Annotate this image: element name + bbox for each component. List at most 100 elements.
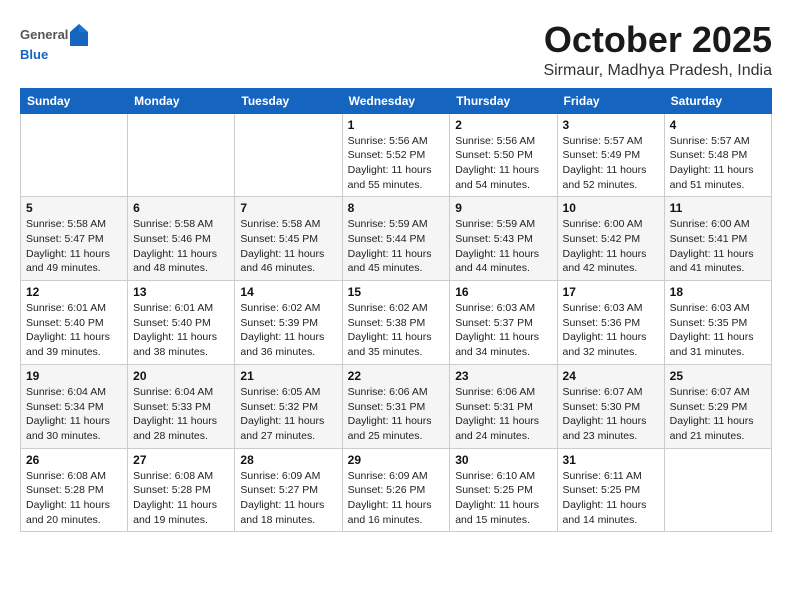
header-sunday: Sunday — [21, 88, 128, 113]
day-number: 3 — [563, 118, 659, 132]
day-number: 9 — [455, 201, 551, 215]
day-info: Sunrise: 6:06 AMSunset: 5:31 PMDaylight:… — [348, 385, 445, 444]
day-number: 28 — [240, 453, 336, 467]
day-info: Sunrise: 6:11 AMSunset: 5:25 PMDaylight:… — [563, 469, 659, 528]
month-title: October 2025 — [543, 20, 772, 60]
day-number: 21 — [240, 369, 336, 383]
day-number: 17 — [563, 285, 659, 299]
cell-4-1: 19 Sunrise: 6:04 AMSunset: 5:34 PMDayligh… — [21, 364, 128, 448]
day-number: 18 — [670, 285, 766, 299]
day-info: Sunrise: 6:09 AMSunset: 5:26 PMDaylight:… — [348, 469, 445, 528]
week-row-5: 26 Sunrise: 6:08 AMSunset: 5:28 PMDayligh… — [21, 448, 772, 532]
cell-4-2: 20 Sunrise: 6:04 AMSunset: 5:33 PMDayligh… — [128, 364, 235, 448]
cell-5-5: 30 Sunrise: 6:10 AMSunset: 5:25 PMDayligh… — [450, 448, 557, 532]
calendar-table: Sunday Monday Tuesday Wednesday Thursday… — [20, 88, 772, 533]
cell-1-2 — [128, 113, 235, 197]
day-info: Sunrise: 6:07 AMSunset: 5:30 PMDaylight:… — [563, 385, 659, 444]
day-number: 4 — [670, 118, 766, 132]
day-info: Sunrise: 5:59 AMSunset: 5:44 PMDaylight:… — [348, 217, 445, 276]
day-info: Sunrise: 5:59 AMSunset: 5:43 PMDaylight:… — [455, 217, 551, 276]
day-info: Sunrise: 6:04 AMSunset: 5:34 PMDaylight:… — [26, 385, 122, 444]
day-number: 2 — [455, 118, 551, 132]
cell-4-4: 22 Sunrise: 6:06 AMSunset: 5:31 PMDayligh… — [342, 364, 450, 448]
cell-2-7: 11 Sunrise: 6:00 AMSunset: 5:41 PMDayligh… — [664, 197, 771, 281]
cell-4-6: 24 Sunrise: 6:07 AMSunset: 5:30 PMDayligh… — [557, 364, 664, 448]
day-info: Sunrise: 6:01 AMSunset: 5:40 PMDaylight:… — [26, 301, 122, 360]
day-info: Sunrise: 6:06 AMSunset: 5:31 PMDaylight:… — [455, 385, 551, 444]
cell-5-6: 31 Sunrise: 6:11 AMSunset: 5:25 PMDayligh… — [557, 448, 664, 532]
cell-5-2: 27Sunrise: 6:08 AMSunset: 5:28 PMDayligh… — [128, 448, 235, 532]
day-number: 20 — [133, 369, 229, 383]
day-number: 31 — [563, 453, 659, 467]
day-number: 15 — [348, 285, 445, 299]
location-title: Sirmaur, Madhya Pradesh, India — [543, 62, 772, 80]
day-number: 10 — [563, 201, 659, 215]
day-info: Sunrise: 6:08 AMSunset: 5:28 PMDaylight:… — [26, 469, 122, 528]
day-info: Sunrise: 6:03 AMSunset: 5:36 PMDaylight:… — [563, 301, 659, 360]
day-info: Sunrise: 6:02 AMSunset: 5:38 PMDaylight:… — [348, 301, 445, 360]
logo-general: General — [20, 27, 68, 43]
cell-3-1: 12 Sunrise: 6:01 AMSunset: 5:40 PMDayligh… — [21, 281, 128, 365]
day-info: Sunrise: 6:05 AMSunset: 5:32 PMDaylight:… — [240, 385, 336, 444]
cell-5-4: 29 Sunrise: 6:09 AMSunset: 5:26 PMDayligh… — [342, 448, 450, 532]
cell-3-3: 14Sunrise: 6:02 AMSunset: 5:39 PMDayligh… — [235, 281, 342, 365]
day-info: Sunrise: 6:10 AMSunset: 5:25 PMDaylight:… — [455, 469, 551, 528]
day-number: 25 — [670, 369, 766, 383]
day-number: 6 — [133, 201, 229, 215]
day-info: Sunrise: 5:56 AMSunset: 5:50 PMDaylight:… — [455, 134, 551, 193]
day-number: 11 — [670, 201, 766, 215]
day-info: Sunrise: 5:57 AMSunset: 5:48 PMDaylight:… — [670, 134, 766, 193]
week-row-1: 1 Sunrise: 5:56 AMSunset: 5:52 PMDaylight… — [21, 113, 772, 197]
weekday-header-row: Sunday Monday Tuesday Wednesday Thursday… — [21, 88, 772, 113]
day-number: 1 — [348, 118, 445, 132]
day-info: Sunrise: 6:03 AMSunset: 5:37 PMDaylight:… — [455, 301, 551, 360]
day-info: Sunrise: 6:09 AMSunset: 5:27 PMDaylight:… — [240, 469, 336, 528]
day-number: 16 — [455, 285, 551, 299]
day-info: Sunrise: 6:00 AMSunset: 5:42 PMDaylight:… — [563, 217, 659, 276]
week-row-4: 19 Sunrise: 6:04 AMSunset: 5:34 PMDayligh… — [21, 364, 772, 448]
cell-3-4: 15 Sunrise: 6:02 AMSunset: 5:38 PMDayligh… — [342, 281, 450, 365]
day-info: Sunrise: 6:00 AMSunset: 5:41 PMDaylight:… — [670, 217, 766, 276]
cell-2-2: 6 Sunrise: 5:58 AMSunset: 5:46 PMDaylight… — [128, 197, 235, 281]
day-number: 22 — [348, 369, 445, 383]
cell-3-5: 16 Sunrise: 6:03 AMSunset: 5:37 PMDayligh… — [450, 281, 557, 365]
day-number: 30 — [455, 453, 551, 467]
cell-5-1: 26 Sunrise: 6:08 AMSunset: 5:28 PMDayligh… — [21, 448, 128, 532]
day-info: Sunrise: 5:57 AMSunset: 5:49 PMDaylight:… — [563, 134, 659, 193]
week-row-2: 5Sunrise: 5:58 AMSunset: 5:47 PMDaylight… — [21, 197, 772, 281]
day-number: 19 — [26, 369, 122, 383]
page: General Blue October 2025 Sirmaur, Madhy… — [0, 0, 792, 542]
day-info: Sunrise: 5:58 AMSunset: 5:46 PMDaylight:… — [133, 217, 229, 276]
cell-4-5: 23 Sunrise: 6:06 AMSunset: 5:31 PMDayligh… — [450, 364, 557, 448]
cell-1-7: 4 Sunrise: 5:57 AMSunset: 5:48 PMDaylight… — [664, 113, 771, 197]
week-row-3: 12 Sunrise: 6:01 AMSunset: 5:40 PMDayligh… — [21, 281, 772, 365]
day-number: 29 — [348, 453, 445, 467]
logo: General Blue — [20, 24, 88, 64]
cell-3-2: 13Sunrise: 6:01 AMSunset: 5:40 PMDayligh… — [128, 281, 235, 365]
cell-4-7: 25Sunrise: 6:07 AMSunset: 5:29 PMDayligh… — [664, 364, 771, 448]
cell-5-3: 28 Sunrise: 6:09 AMSunset: 5:27 PMDayligh… — [235, 448, 342, 532]
day-info: Sunrise: 5:58 AMSunset: 5:47 PMDaylight:… — [26, 217, 122, 276]
header-monday: Monday — [128, 88, 235, 113]
day-number: 12 — [26, 285, 122, 299]
cell-1-4: 1 Sunrise: 5:56 AMSunset: 5:52 PMDaylight… — [342, 113, 450, 197]
day-number: 14 — [240, 285, 336, 299]
cell-3-6: 17 Sunrise: 6:03 AMSunset: 5:36 PMDayligh… — [557, 281, 664, 365]
cell-1-5: 2 Sunrise: 5:56 AMSunset: 5:50 PMDaylight… — [450, 113, 557, 197]
day-number: 24 — [563, 369, 659, 383]
cell-5-7 — [664, 448, 771, 532]
header-thursday: Thursday — [450, 88, 557, 113]
day-info: Sunrise: 6:04 AMSunset: 5:33 PMDaylight:… — [133, 385, 229, 444]
header-friday: Friday — [557, 88, 664, 113]
header: General Blue October 2025 Sirmaur, Madhy… — [20, 20, 772, 80]
cell-2-6: 10 Sunrise: 6:00 AMSunset: 5:42 PMDayligh… — [557, 197, 664, 281]
day-info: Sunrise: 5:56 AMSunset: 5:52 PMDaylight:… — [348, 134, 445, 193]
day-number: 26 — [26, 453, 122, 467]
cell-2-3: 7Sunrise: 5:58 AMSunset: 5:45 PMDaylight… — [235, 197, 342, 281]
header-saturday: Saturday — [664, 88, 771, 113]
day-info: Sunrise: 6:03 AMSunset: 5:35 PMDaylight:… — [670, 301, 766, 360]
logo-icon — [70, 24, 88, 46]
cell-2-1: 5Sunrise: 5:58 AMSunset: 5:47 PMDaylight… — [21, 197, 128, 281]
day-number: 23 — [455, 369, 551, 383]
day-info: Sunrise: 6:01 AMSunset: 5:40 PMDaylight:… — [133, 301, 229, 360]
